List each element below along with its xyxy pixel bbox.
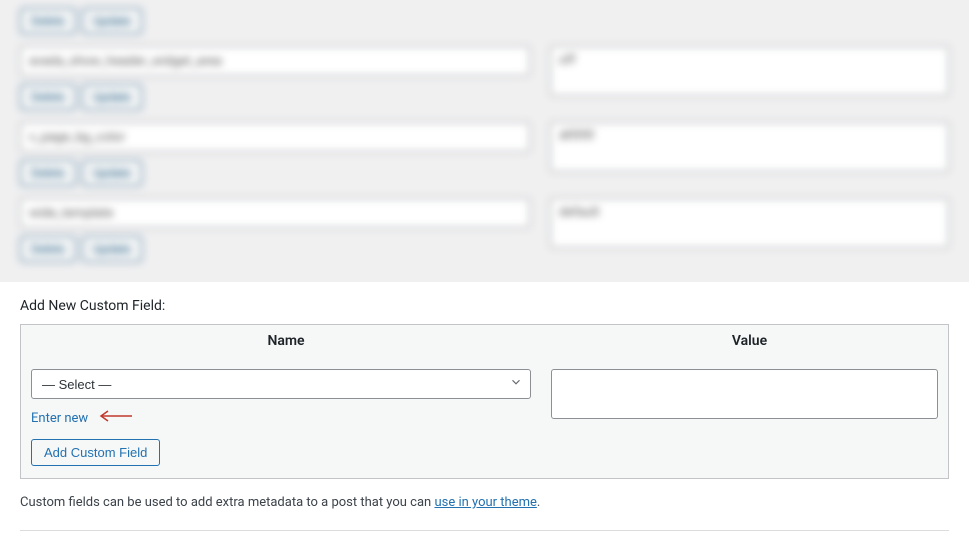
add-custom-field-button[interactable]: Add Custom Field bbox=[31, 439, 160, 466]
add-field-table: Name Value — Select — Enter new bbox=[20, 324, 949, 479]
section-heading: Add New Custom Field: bbox=[20, 282, 949, 324]
arrow-left-icon bbox=[98, 409, 132, 427]
column-header-value: Value bbox=[551, 325, 948, 357]
delete-button[interactable]: Delete bbox=[20, 160, 76, 186]
footer-help-text: Custom fields can be used to add extra m… bbox=[20, 495, 949, 510]
name-select[interactable]: — Select — bbox=[31, 369, 531, 399]
footer-text-before: Custom fields can be used to add extra m… bbox=[20, 495, 434, 510]
update-button[interactable]: Update bbox=[82, 8, 142, 34]
table-header-row: Name Value bbox=[21, 325, 948, 357]
custom-field-value-input[interactable]: #ffffff bbox=[550, 122, 949, 172]
delete-button[interactable]: Delete bbox=[20, 8, 76, 34]
update-button[interactable]: Update bbox=[82, 84, 142, 110]
add-new-custom-field-section: Add New Custom Field: Name Value — Selec… bbox=[0, 282, 969, 551]
name-select-wrapper: — Select — bbox=[31, 369, 531, 399]
column-header-name: Name bbox=[21, 325, 551, 357]
existing-custom-fields-area: Delete Update avada_show_header_widget_a… bbox=[0, 8, 969, 282]
custom-field-name-input[interactable]: wide_template bbox=[20, 198, 530, 228]
table-body: — Select — Enter new bbox=[21, 357, 948, 478]
custom-field-value-input[interactable]: off bbox=[550, 46, 949, 96]
custom-field-name-input[interactable]: v_page_bg_color bbox=[20, 122, 530, 152]
bottom-divider bbox=[20, 530, 949, 531]
update-button[interactable]: Update bbox=[82, 236, 142, 262]
custom-field-name-input[interactable]: avada_show_header_widget_area bbox=[20, 46, 530, 76]
update-button[interactable]: Update bbox=[82, 160, 142, 186]
delete-button[interactable]: Delete bbox=[20, 236, 76, 262]
use-in-theme-link[interactable]: use in your theme bbox=[434, 495, 536, 510]
value-textarea[interactable] bbox=[551, 369, 938, 419]
custom-field-value-input[interactable]: default bbox=[550, 198, 949, 248]
footer-text-after: . bbox=[537, 495, 540, 510]
delete-button[interactable]: Delete bbox=[20, 84, 76, 110]
enter-new-link[interactable]: Enter new bbox=[31, 411, 88, 426]
